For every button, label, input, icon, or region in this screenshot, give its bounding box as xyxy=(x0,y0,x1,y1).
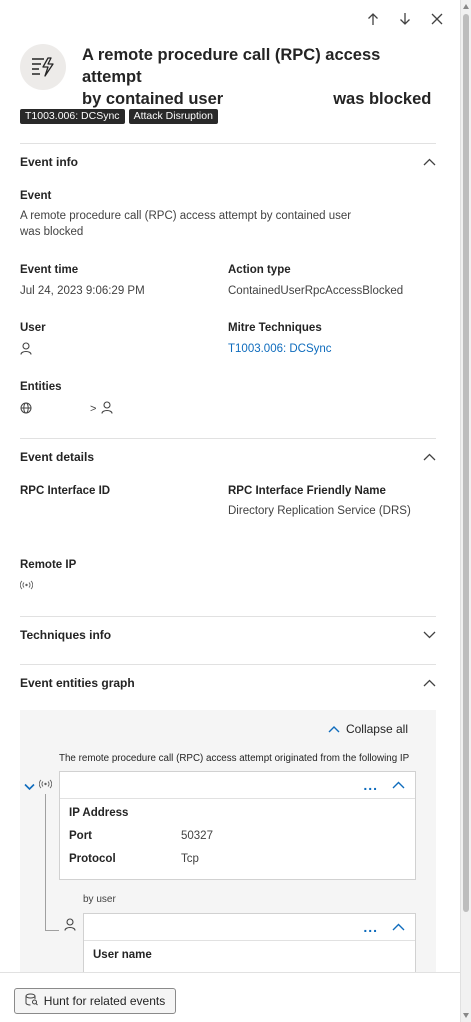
protocol-value: Tcp xyxy=(181,853,199,865)
tag-attack-disruption: Attack Disruption xyxy=(128,109,218,124)
panel-footer: Hunt for related events xyxy=(0,972,460,1022)
tree-connector xyxy=(45,794,46,930)
mitre-technique-link[interactable]: T1003.006: DCSync xyxy=(228,341,332,357)
scroll-up-arrow-icon[interactable] xyxy=(463,4,469,9)
card-toolbar: ... xyxy=(84,914,415,941)
card-toolbar: ... xyxy=(60,772,415,799)
user-label: User xyxy=(20,322,46,334)
section-event-info[interactable]: Event info xyxy=(20,143,436,179)
entities-path: > xyxy=(20,401,113,417)
mitre-techniques-label: Mitre Techniques xyxy=(228,322,322,334)
hunt-related-events-button[interactable]: Hunt for related events xyxy=(14,988,176,1014)
user-name-heading: User name xyxy=(93,949,152,961)
ip-address-card: ... IP Address Port 50327 Protocol Tcp xyxy=(59,771,416,880)
section-techniques-info[interactable]: Techniques info xyxy=(20,616,436,652)
close-icon[interactable] xyxy=(428,10,446,28)
ip-broadcast-icon[interactable] xyxy=(19,579,34,593)
port-value: 50327 xyxy=(181,830,213,842)
rpc-interface-id-label: RPC Interface ID xyxy=(20,485,111,497)
entities-graph: Collapse all The remote procedure call (… xyxy=(20,710,436,983)
event-details-panel: A remote procedure call (RPC) access att… xyxy=(0,0,460,1022)
collapse-all-button[interactable]: Collapse all xyxy=(328,722,408,736)
ip-address-heading: IP Address xyxy=(69,807,129,819)
port-label: Port xyxy=(69,830,92,842)
globe-icon[interactable] xyxy=(20,402,32,417)
hunt-icon xyxy=(25,993,38,1009)
user-icon[interactable] xyxy=(20,342,32,358)
chevron-up-icon xyxy=(422,450,436,464)
panel-header: A remote procedure call (RPC) access att… xyxy=(20,44,440,110)
rpc-interface-name-value: Directory Replication Service (DRS) xyxy=(228,505,411,517)
section-event-details[interactable]: Event details xyxy=(20,438,436,474)
chevron-up-icon xyxy=(422,155,436,169)
chevron-up-icon[interactable] xyxy=(392,920,405,934)
by-user-label: by user xyxy=(83,894,116,905)
scroll-down-arrow-icon[interactable] xyxy=(463,1013,469,1018)
arrow-down-icon[interactable] xyxy=(396,10,414,28)
panel-nav xyxy=(364,10,446,28)
scrollbar[interactable] xyxy=(460,0,471,1022)
page-title: A remote procedure call (RPC) access att… xyxy=(82,46,432,108)
user-icon[interactable] xyxy=(64,918,76,934)
remote-ip-label: Remote IP xyxy=(20,559,77,571)
user-entity-icon[interactable] xyxy=(101,401,113,417)
chevron-up-icon xyxy=(422,676,436,690)
protocol-label: Protocol xyxy=(69,853,116,865)
event-time-label: Event time xyxy=(20,264,79,276)
graph-description: The remote procedure call (RPC) access a… xyxy=(59,753,410,764)
chevron-up-icon[interactable] xyxy=(392,778,405,792)
scrollbar-thumb[interactable] xyxy=(463,14,469,912)
section-event-entities-graph[interactable]: Event entities graph xyxy=(20,664,436,700)
chevron-down-icon[interactable] xyxy=(24,780,35,794)
more-options-button[interactable]: ... xyxy=(363,919,378,935)
lightning-list-icon xyxy=(20,44,66,90)
action-type-label: Action type xyxy=(228,264,291,276)
event-label: Event xyxy=(20,190,52,202)
chevron-down-icon xyxy=(422,628,436,642)
arrow-up-icon[interactable] xyxy=(364,10,382,28)
tag-technique: T1003.006: DCSync xyxy=(20,109,125,124)
event-time-value: Jul 24, 2023 9:06:29 PM xyxy=(20,285,145,297)
tree-connector xyxy=(45,930,59,931)
action-type-value: ContainedUserRpcAccessBlocked xyxy=(228,285,404,297)
chevron-up-icon xyxy=(328,722,340,736)
event-value: A remote procedure call (RPC) access att… xyxy=(20,210,352,238)
tag-list: T1003.006: DCSync Attack Disruption xyxy=(20,109,218,124)
ip-broadcast-icon[interactable] xyxy=(38,778,53,792)
rpc-interface-name-label: RPC Interface Friendly Name xyxy=(228,485,386,497)
entities-label: Entities xyxy=(20,381,62,393)
entities-separator: > xyxy=(90,403,97,415)
more-options-button[interactable]: ... xyxy=(363,777,378,793)
